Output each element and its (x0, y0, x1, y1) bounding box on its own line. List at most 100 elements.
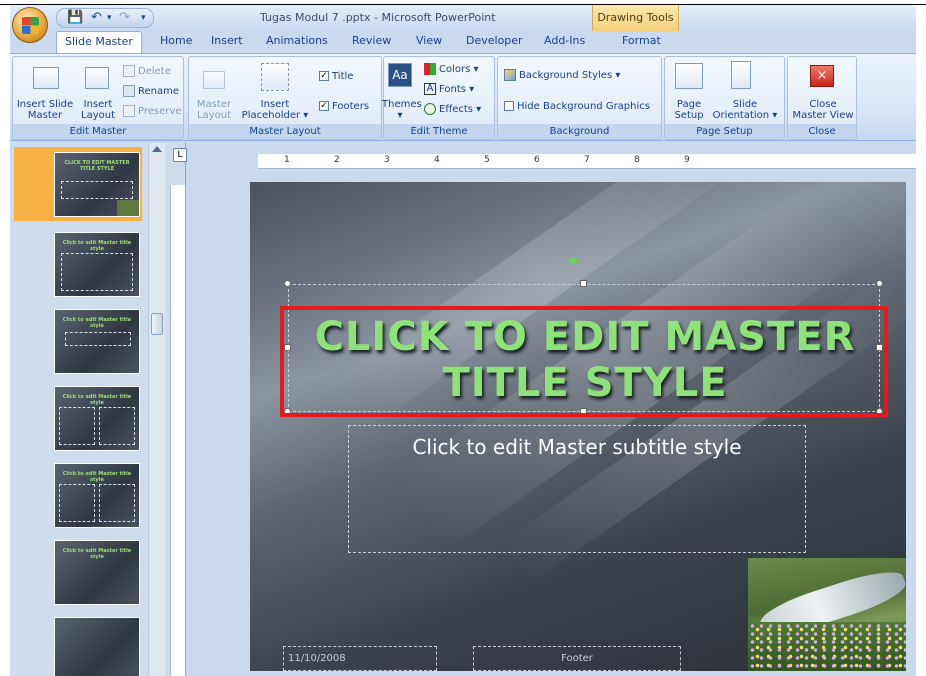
thumbnail-title: Click to edit Master title style (62, 317, 132, 329)
page-setup-icon (675, 63, 703, 89)
effects-label: Effects ▾ (439, 104, 482, 115)
thumbnail-title: Click to edit Master title style (62, 240, 132, 252)
background-styles-label: Background Styles ▾ (519, 70, 621, 81)
resize-handle[interactable] (580, 280, 587, 287)
thumbnail-title: Click to edit Master title style (62, 394, 132, 406)
vertical-ruler (170, 185, 185, 676)
date-placeholder[interactable]: 11/10/2008 (283, 646, 437, 671)
tab-selector[interactable]: L (173, 148, 187, 162)
tab-view[interactable]: View (416, 34, 442, 47)
effects-button[interactable]: Effects ▾ (424, 103, 481, 115)
thumbnail-scrollbar[interactable] (148, 143, 165, 676)
thumbnail-content-box (61, 253, 133, 291)
tab-slide-master[interactable]: Slide Master (56, 31, 142, 53)
group-edit-master: Insert Slide Master Insert Layout Delete… (12, 56, 184, 140)
insert-placeholder-icon (261, 63, 289, 91)
group-label-close: Close (788, 124, 856, 139)
colors-button[interactable]: Colors ▾ (424, 63, 479, 75)
rename-button[interactable]: Rename (123, 85, 179, 97)
rotation-handle[interactable] (570, 257, 577, 264)
redo-icon[interactable]: ↷ (119, 10, 130, 25)
office-logo-icon (22, 17, 39, 34)
thumbnail-layout-2[interactable]: Click to edit Master title style (54, 309, 140, 374)
title-highlight-box (280, 306, 888, 417)
thumbnail-master[interactable]: CLICK TO EDIT MASTER TITLE STYLE (54, 152, 140, 217)
footers-checkbox[interactable]: ✓ Footers (319, 101, 369, 112)
title-bar: 💾 ↶ ▾ ↷ ▾ Tugas Modul 7 .pptx - Microsof… (10, 5, 916, 31)
themes-icon: Aa (388, 63, 412, 87)
thumbnail-layout-1[interactable]: Click to edit Master title style (54, 232, 140, 297)
undo-dropdown-icon[interactable]: ▾ (107, 13, 112, 23)
customize-qat-icon[interactable]: ▾ (141, 13, 146, 23)
thumbnail-layout-5[interactable]: Click to edit Master title style (54, 540, 140, 605)
group-close: × Close Master View Close (787, 56, 857, 140)
colors-label: Colors ▾ (439, 64, 479, 75)
scroll-up-icon[interactable] (152, 146, 162, 152)
delete-button[interactable]: Delete (123, 65, 171, 77)
group-background: Background Styles ▾ Hide Background Grap… (497, 56, 662, 140)
insert-placeholder-button[interactable]: Insert Placeholder ▾ (239, 99, 311, 121)
quick-access-toolbar: 💾 ↶ ▾ ↷ ▾ (56, 8, 154, 28)
group-label-background: Background (498, 124, 661, 139)
undo-icon[interactable]: ↶ (91, 10, 102, 25)
preserve-label: Preserve (138, 106, 182, 117)
thumbnail-subtitle-box (61, 181, 133, 199)
slide-canvas[interactable]: CLICK TO EDIT MASTER TITLE STYLE Click t… (250, 182, 906, 671)
office-button[interactable] (12, 7, 48, 43)
preserve-button[interactable]: Preserve (123, 105, 181, 117)
slide-orientation-button[interactable]: Slide Orientation ▾ (707, 99, 783, 121)
thumbnail-left-box (59, 407, 95, 445)
ruler-mark: 4 (434, 155, 440, 165)
thumbnail-layout-4[interactable]: Click to edit Master title style (54, 463, 140, 528)
close-master-view-button[interactable]: Close Master View (788, 99, 858, 121)
stream-photo (748, 558, 906, 671)
group-label-master-layout: Master Layout (189, 124, 381, 139)
tab-home[interactable]: Home (160, 34, 192, 47)
page-setup-button[interactable]: Page Setup (669, 99, 709, 121)
themes-button[interactable]: Themes ▾ (382, 99, 422, 121)
thumbnail-layout-6[interactable] (54, 617, 140, 676)
thumbnail-photo (117, 200, 139, 216)
colors-icon (424, 63, 436, 75)
window-title: Tugas Modul 7 .pptx - Microsoft PowerPoi… (260, 11, 496, 24)
flower-field (748, 622, 906, 671)
group-master-layout: Master Layout Insert Placeholder ▾ ✓ Titl… (188, 56, 382, 140)
slide-subtitle[interactable]: Click to edit Master subtitle style (348, 435, 806, 459)
group-label-edit-master: Edit Master (13, 124, 183, 139)
title-checkbox[interactable]: ✓ Title (319, 71, 353, 82)
tab-review[interactable]: Review (352, 34, 391, 47)
resize-handle[interactable] (284, 280, 291, 287)
rename-icon (123, 85, 135, 97)
thumbnail-left-box (59, 484, 95, 522)
insert-layout-button[interactable]: Insert Layout (77, 99, 119, 121)
rename-label: Rename (138, 86, 180, 97)
tab-animations[interactable]: Animations (266, 34, 328, 47)
scrollbar-thumb[interactable] (151, 313, 163, 335)
hide-background-check-icon (504, 101, 514, 111)
group-label-edit-theme: Edit Theme (384, 124, 494, 139)
resize-handle[interactable] (876, 280, 883, 287)
ruler-mark: 8 (634, 155, 640, 165)
insert-slide-master-icon (33, 67, 59, 89)
ribbon-tabs: Slide Master Home Insert Animations Revi… (10, 31, 916, 53)
save-icon[interactable]: 💾 (67, 10, 83, 25)
tab-format[interactable]: Format (622, 34, 661, 47)
background-styles-button[interactable]: Background Styles ▾ (504, 69, 620, 81)
thumbnail-right-box (99, 484, 135, 522)
ruler-mark: 3 (384, 155, 390, 165)
tab-developer[interactable]: Developer (466, 34, 523, 47)
delete-label: Delete (138, 66, 171, 77)
tab-add-ins[interactable]: Add-Ins (544, 34, 585, 47)
insert-slide-master-button[interactable]: Insert Slide Master (15, 99, 75, 121)
tab-insert[interactable]: Insert (211, 34, 243, 47)
thumbnail-title: Click to edit Master title style (62, 471, 132, 483)
background-styles-icon (504, 69, 516, 81)
drawing-tools-context-label: Drawing Tools (592, 5, 679, 31)
master-layout-button[interactable]: Master Layout (193, 99, 235, 121)
footer-placeholder[interactable]: Footer (473, 646, 681, 671)
fonts-button[interactable]: A Fonts ▾ (424, 83, 474, 95)
footers-check-icon: ✓ (319, 101, 329, 111)
ribbon: Insert Slide Master Insert Layout Delete… (10, 53, 916, 141)
thumbnail-layout-3[interactable]: Click to edit Master title style (54, 386, 140, 451)
hide-background-graphics-checkbox[interactable]: Hide Background Graphics (504, 101, 650, 112)
